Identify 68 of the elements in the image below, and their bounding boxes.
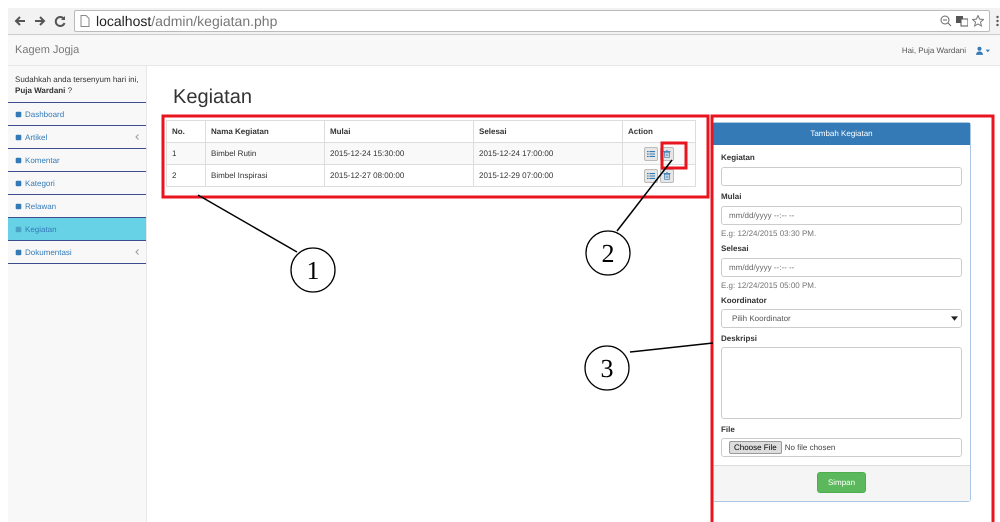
page-icon	[80, 15, 90, 27]
greeting-text: Sudahkah anda tersenyum hari ini, Puja Wardani ?	[8, 66, 146, 103]
callout-number: 2	[602, 239, 614, 268]
field-label: Koordinator	[721, 296, 768, 305]
brand-name[interactable]: Kagem Jogja	[15, 44, 80, 56]
textarea-field[interactable]	[721, 347, 962, 419]
back-icon[interactable]	[14, 15, 26, 27]
column-header: Nama Kegiatan	[206, 120, 324, 142]
column-header: Selesai	[474, 120, 622, 142]
datetime-field[interactable]: mm/dd/yyyy --:-- --	[721, 258, 962, 277]
menu-icon[interactable]	[996, 15, 999, 27]
datetime-field[interactable]: mm/dd/yyyy --:-- --	[721, 206, 962, 225]
field-label: Mulai	[721, 192, 742, 201]
user-dropdown-icon[interactable]	[976, 46, 990, 54]
table-cell: Bimbel Rutin	[206, 142, 324, 164]
field-label: Deskripsi	[721, 334, 758, 343]
sidebar-item[interactable]: Kegiatan	[8, 218, 146, 241]
trash-icon	[663, 150, 671, 158]
detail-button[interactable]	[644, 168, 658, 182]
select-field[interactable]: Pilih Koordinator	[721, 309, 962, 328]
table-cell: 2015-12-27 08:00:00	[324, 164, 474, 186]
menu-item-icon	[15, 248, 22, 256]
callout-circle	[585, 230, 631, 276]
field-label: File	[721, 425, 736, 434]
choose-file-button[interactable]: Choose File	[729, 441, 782, 454]
column-header: No.	[166, 120, 206, 142]
table-cell: 2015-12-29 07:00:00	[474, 164, 622, 186]
menu-item-icon	[15, 180, 22, 186]
table-cell: Bimbel Inspirasi	[206, 164, 324, 186]
sidebar-item[interactable]: Dokumentasi	[8, 241, 146, 264]
field-hint: E.g: 12/24/2015 03:30 PM.	[721, 229, 818, 238]
list-icon	[647, 172, 655, 180]
forward-icon[interactable]	[34, 15, 46, 27]
menu-item-icon	[15, 110, 22, 118]
caret-icon	[951, 316, 958, 321]
save-button[interactable]: Simpan	[816, 472, 866, 493]
column-header: Mulai	[324, 120, 474, 142]
sidebar-item[interactable]: Komentar	[8, 149, 146, 172]
callout-number: 3	[600, 354, 614, 383]
callout-circle	[290, 247, 336, 293]
menu-item-icon	[15, 156, 22, 164]
menu-item-icon	[15, 226, 22, 232]
callout-circle	[584, 345, 630, 391]
panel-title: Tambah Kegiatan	[713, 123, 970, 145]
page-title: Kegiatan	[173, 86, 253, 109]
leader-line	[616, 160, 673, 232]
field-hint: E.g: 12/24/2015 05:00 PM.	[721, 281, 818, 290]
reload-icon[interactable]	[54, 15, 66, 27]
table-cell: 1	[166, 142, 206, 164]
sidebar-item[interactable]: Artikel	[8, 126, 146, 149]
sidebar-item[interactable]: Dashboard	[8, 103, 146, 126]
star-icon[interactable]	[972, 15, 984, 27]
table-cell: 2015-12-24 17:00:00	[474, 142, 622, 164]
trash-icon	[663, 172, 671, 180]
callout-number: 1	[306, 256, 320, 285]
text-field[interactable]	[721, 167, 962, 186]
menu-item-icon	[15, 202, 22, 210]
zoom-icon[interactable]	[940, 15, 952, 27]
field-label: Kegiatan	[721, 153, 756, 162]
sidebar-item[interactable]: Kategori	[8, 172, 146, 195]
file-status: No file chosen	[784, 443, 836, 452]
table-cell: 2	[166, 164, 206, 186]
field-label: Selesai	[721, 244, 750, 253]
table-cell: 2015-12-24 15:30:00	[324, 142, 474, 164]
user-greeting: Hai, Puja Wardani	[902, 46, 966, 54]
list-icon	[647, 150, 655, 158]
address-bar[interactable]: localhost/admin/kegiatan.php	[74, 10, 990, 32]
menu-item-icon	[15, 134, 22, 140]
